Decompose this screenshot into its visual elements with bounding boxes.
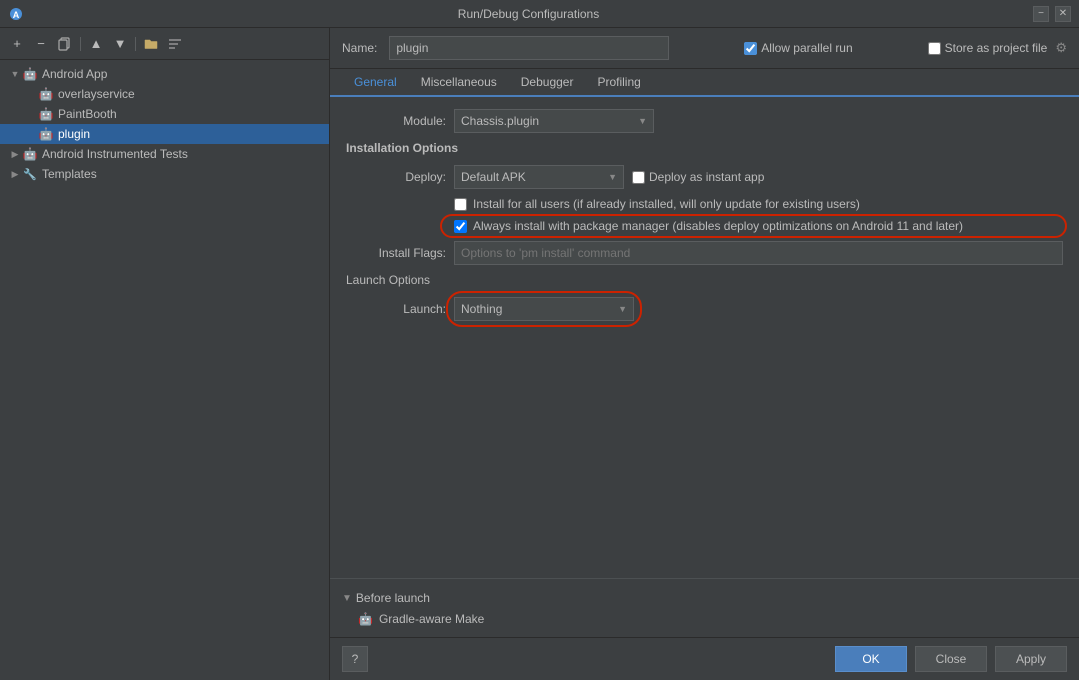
content-area: Module: Chassis.plugin ▼ Installation Op…	[330, 97, 1079, 578]
tree-android-tests-label: Android Instrumented Tests	[42, 147, 188, 161]
config-tree: ▼ 🤖 Android App 🤖 overlayservice 🤖 Paint…	[0, 60, 329, 680]
install-flags-label: Install Flags:	[346, 246, 446, 260]
deploy-row: Deploy: Default APK ▼ Deploy as instant …	[346, 165, 1063, 189]
apply-button[interactable]: Apply	[995, 646, 1067, 672]
remove-config-button[interactable]: −	[30, 33, 52, 55]
gradle-label: Gradle-aware Make	[379, 612, 484, 626]
install-flags-row: Install Flags:	[346, 241, 1063, 265]
deploy-dropdown[interactable]: Default APK ▼	[454, 165, 624, 189]
before-launch-title: Before launch	[356, 591, 430, 605]
launch-options-title: Launch Options	[346, 273, 1063, 287]
tree-android-app-label: Android App	[42, 67, 107, 81]
always-install-label: Always install with package manager (dis…	[473, 219, 963, 233]
always-install-checkbox[interactable]	[454, 220, 467, 233]
tree-templates-label: Templates	[42, 167, 97, 181]
before-launch-arrow: ▼	[342, 593, 352, 604]
launch-label: Launch:	[346, 302, 446, 316]
copy-config-button[interactable]	[54, 33, 76, 55]
gradle-icon: 🤖	[358, 612, 373, 626]
tree-arrow-android-app: ▼	[8, 69, 22, 79]
tree-paintbooth-label: PaintBooth	[58, 107, 117, 121]
gradle-aware-make-item: 🤖 Gradle-aware Make	[330, 609, 1079, 629]
store-project-label: Store as project file	[945, 41, 1048, 55]
deploy-label: Deploy:	[346, 170, 446, 184]
module-row: Module: Chassis.plugin ▼	[346, 109, 1063, 133]
left-panel: + − ▲ ▼	[0, 28, 330, 680]
module-value: Chassis.plugin	[461, 114, 539, 128]
tab-miscellaneous[interactable]: Miscellaneous	[409, 69, 509, 97]
android-icon-4: 🤖	[38, 126, 54, 142]
move-up-button[interactable]: ▲	[85, 33, 107, 55]
allow-parallel-checkbox[interactable]	[744, 42, 757, 55]
deploy-instant-label: Deploy as instant app	[649, 170, 764, 184]
title-bar: A Run/Debug Configurations − ✕	[0, 0, 1079, 28]
add-config-button[interactable]: +	[6, 33, 28, 55]
right-panel: Name: Allow parallel run Store as projec…	[330, 28, 1079, 680]
launch-row: Launch: Nothing ▼	[346, 297, 1063, 321]
android-icon-2: 🤖	[38, 86, 54, 102]
module-label: Module:	[346, 114, 446, 128]
installation-options-title: Installation Options	[346, 141, 1063, 155]
android-icon: 🤖	[22, 66, 38, 82]
deploy-value: Default APK	[461, 170, 526, 184]
wrench-icon: 🔧	[22, 166, 38, 182]
name-input[interactable]	[389, 36, 669, 60]
config-header: Name: Allow parallel run Store as projec…	[330, 28, 1079, 69]
bottom-bar: ? OK Close Apply	[330, 637, 1079, 680]
module-dropdown[interactable]: Chassis.plugin ▼	[454, 109, 654, 133]
tree-overlayservice[interactable]: 🤖 overlayservice	[0, 84, 329, 104]
deploy-instant-checkbox[interactable]	[632, 171, 645, 184]
install-users-label: Install for all users (if already instal…	[473, 197, 860, 211]
close-button[interactable]: ✕	[1055, 6, 1071, 22]
module-dropdown-arrow: ▼	[638, 116, 647, 126]
tree-plugin-label: plugin	[58, 127, 90, 141]
launch-dropdown-wrap: Nothing ▼	[454, 297, 634, 321]
tab-profiling[interactable]: Profiling	[585, 69, 652, 97]
app-icon: A	[8, 6, 24, 22]
ok-button[interactable]: OK	[835, 646, 907, 672]
tree-plugin[interactable]: 🤖 plugin	[0, 124, 329, 144]
before-launch-header[interactable]: ▼ Before launch	[330, 587, 1079, 609]
tree-android-app[interactable]: ▼ 🤖 Android App	[0, 64, 329, 84]
tree-android-tests[interactable]: ▶ 🤖 Android Instrumented Tests	[0, 144, 329, 164]
tabs-row: General Miscellaneous Debugger Profiling	[330, 69, 1079, 97]
window-controls: − ✕	[1033, 6, 1071, 22]
store-project-checkbox[interactable]	[928, 42, 941, 55]
launch-dropdown-arrow: ▼	[618, 304, 627, 314]
allow-parallel-label: Allow parallel run	[761, 41, 852, 55]
android-icon-5: 🤖	[22, 146, 38, 162]
store-project-container: Store as project file ⚙	[928, 40, 1067, 56]
sort-button[interactable]	[164, 33, 186, 55]
before-launch-section: ▼ Before launch 🤖 Gradle-aware Make	[330, 578, 1079, 637]
install-flags-input[interactable]	[454, 241, 1063, 265]
name-field-label: Name:	[342, 41, 377, 55]
folder-button[interactable]	[140, 33, 162, 55]
toolbar: + − ▲ ▼	[0, 28, 329, 60]
android-icon-3: 🤖	[38, 106, 54, 122]
minimize-button[interactable]: −	[1033, 6, 1049, 22]
close-dialog-button[interactable]: Close	[915, 646, 987, 672]
dialog-title: Run/Debug Configurations	[24, 7, 1033, 21]
help-button[interactable]: ?	[342, 646, 368, 672]
deploy-dropdown-arrow: ▼	[608, 172, 617, 182]
launch-value: Nothing	[461, 302, 502, 316]
deploy-instant-container: Deploy as instant app	[632, 170, 764, 184]
always-install-row: Always install with package manager (dis…	[346, 219, 1063, 233]
allow-parallel-container: Allow parallel run	[744, 41, 852, 55]
launch-dropdown[interactable]: Nothing ▼	[454, 297, 634, 321]
install-users-checkbox[interactable]	[454, 198, 467, 211]
main-layout: + − ▲ ▼	[0, 28, 1079, 680]
tree-arrow-tests: ▶	[8, 149, 22, 160]
tree-overlayservice-label: overlayservice	[58, 87, 135, 101]
install-users-row: Install for all users (if already instal…	[346, 197, 1063, 211]
move-down-button[interactable]: ▼	[109, 33, 131, 55]
tree-arrow-templates: ▶	[8, 169, 22, 180]
svg-text:A: A	[13, 10, 20, 20]
tree-paintbooth[interactable]: 🤖 PaintBooth	[0, 104, 329, 124]
tab-debugger[interactable]: Debugger	[509, 69, 586, 97]
gear-icon[interactable]: ⚙	[1055, 40, 1067, 56]
tree-templates[interactable]: ▶ 🔧 Templates	[0, 164, 329, 184]
tab-general[interactable]: General	[342, 69, 409, 97]
